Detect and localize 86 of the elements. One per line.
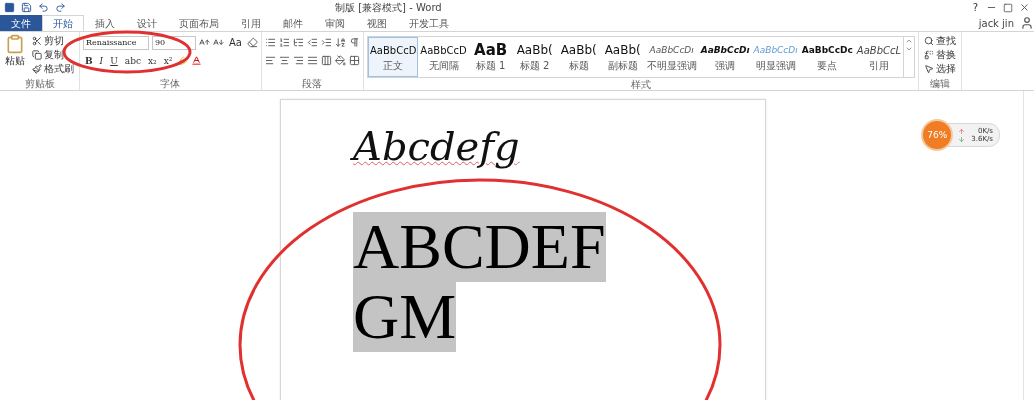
group-label: 字体: [159, 77, 182, 90]
numbering-icon[interactable]: [278, 37, 290, 48]
style-label: 明显强调: [755, 58, 796, 73]
style-label: 标题 2: [519, 58, 550, 73]
speed-meter-badge: 76%: [921, 119, 954, 151]
style-label: 标题 1: [475, 58, 506, 73]
font-color-icon[interactable]: [191, 55, 203, 66]
group-label: 剪贴板: [23, 77, 56, 90]
window-title: 制版 [兼容模式] - Word: [334, 0, 443, 15]
editing-button[interactable]: 选择: [922, 62, 959, 75]
pilcrow-icon[interactable]: [348, 37, 360, 48]
avatar-icon: [1020, 15, 1034, 31]
group-label: 编辑: [929, 77, 952, 90]
maximize-icon[interactable]: [1003, 2, 1013, 13]
editing-button[interactable]: 替换: [922, 48, 959, 61]
style-preview: AaBbCcDc: [801, 44, 853, 57]
format-button[interactable]: abc: [122, 55, 143, 66]
style-label: 正文: [383, 58, 404, 73]
replace-icon: [924, 49, 935, 60]
sort-icon[interactable]: [334, 37, 346, 48]
highlighted-text: GM: [353, 282, 457, 352]
style-label: 标题: [568, 58, 589, 73]
style-preview: AaBbCcDı: [753, 44, 798, 57]
align-left-icon[interactable]: [264, 55, 276, 66]
upload-arrow-icon: [958, 127, 966, 135]
clipboard-icon: [5, 34, 25, 54]
shading-icon[interactable]: [334, 55, 346, 66]
style-preview: AaBbCcL: [856, 43, 902, 58]
help-button[interactable]: ?: [970, 1, 980, 14]
justify-icon[interactable]: [306, 55, 318, 66]
shrink-font-icon[interactable]: [213, 37, 224, 48]
style-label: 要点: [817, 58, 838, 73]
ribbon-tab[interactable]: 开始: [42, 15, 84, 31]
format-button[interactable]: x²: [161, 55, 175, 66]
style-preview: AaBb(: [560, 42, 597, 59]
style-label: 引用: [868, 58, 889, 73]
group-label: 段落: [301, 77, 324, 90]
paste-button[interactable]: 粘贴: [3, 34, 27, 77]
style-preview: AaBbCcDı: [700, 44, 750, 57]
font-size-field[interactable]: 90: [152, 35, 196, 50]
undo-icon[interactable]: [38, 2, 49, 13]
paintbrush-icon: [32, 63, 42, 74]
style-item[interactable]: AaBbCcD 正文: [367, 37, 419, 77]
clipboard-button[interactable]: 格式刷: [30, 62, 76, 75]
style-preview: AaB: [474, 41, 508, 59]
font-name-field[interactable]: Renaissance: [83, 35, 149, 50]
columns-icon[interactable]: [320, 55, 332, 66]
style-label: 不明显强调: [646, 58, 697, 73]
bullets-icon[interactable]: [264, 37, 276, 48]
format-button[interactable]: U: [108, 55, 120, 66]
style-label: 强调: [715, 58, 736, 73]
format-button[interactable]: x₂: [145, 55, 159, 66]
format-button[interactable]: B: [83, 55, 95, 66]
clear-format-icon[interactable]: [246, 37, 258, 48]
highlighted-text: ABCDEF: [353, 212, 606, 282]
style-label: 无间隔: [428, 58, 459, 73]
user-name: jack jin: [977, 17, 1015, 29]
scissors-icon: [32, 35, 42, 46]
redo-icon[interactable]: [55, 2, 66, 13]
align-center-icon[interactable]: [278, 55, 290, 66]
close-icon[interactable]: [1019, 2, 1030, 13]
clipboard-button[interactable]: 剪切: [30, 34, 76, 47]
style-preview: AaBbCcDı: [649, 44, 694, 57]
search-icon: [924, 35, 935, 46]
style-label: 副标题: [607, 58, 638, 73]
clipboard-button[interactable]: 复制: [30, 48, 76, 61]
style-preview: AaBb(: [516, 42, 553, 59]
borders-icon[interactable]: [348, 55, 360, 66]
download-arrow-icon: [958, 135, 966, 143]
grow-font-icon[interactable]: [199, 37, 210, 48]
change-case-button[interactable]: Aa: [227, 36, 244, 49]
multilevel-list-icon[interactable]: [292, 37, 304, 48]
style-preview: AaBb(: [604, 42, 641, 59]
ribbon-tab[interactable]: 文件: [0, 15, 42, 31]
cursor-icon: [924, 63, 935, 74]
highlighter-icon[interactable]: [177, 55, 189, 66]
editing-button[interactable]: 查找: [922, 34, 959, 47]
align-right-icon[interactable]: [292, 55, 304, 66]
copy-icon: [32, 49, 42, 60]
decrease-indent-icon[interactable]: [306, 37, 318, 48]
group-label: 样式: [630, 78, 653, 91]
format-button[interactable]: I: [97, 55, 106, 66]
save-icon[interactable]: [21, 2, 32, 13]
style-preview: AaBbCcD: [369, 43, 417, 58]
increase-indent-icon[interactable]: [320, 37, 332, 48]
style-preview: AaBbCcD: [420, 43, 467, 58]
